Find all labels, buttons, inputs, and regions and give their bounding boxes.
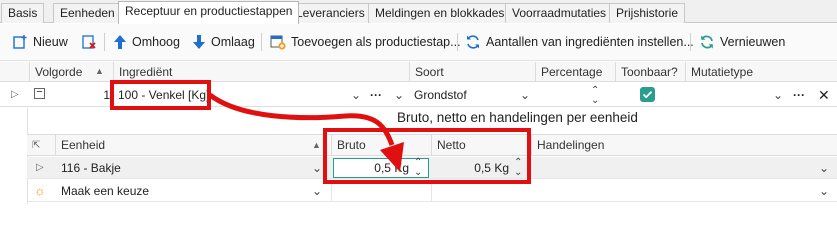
annotation-arrow — [208, 92, 404, 172]
tab-receptuur[interactable]: Receptuur en productiestappen — [118, 1, 300, 24]
